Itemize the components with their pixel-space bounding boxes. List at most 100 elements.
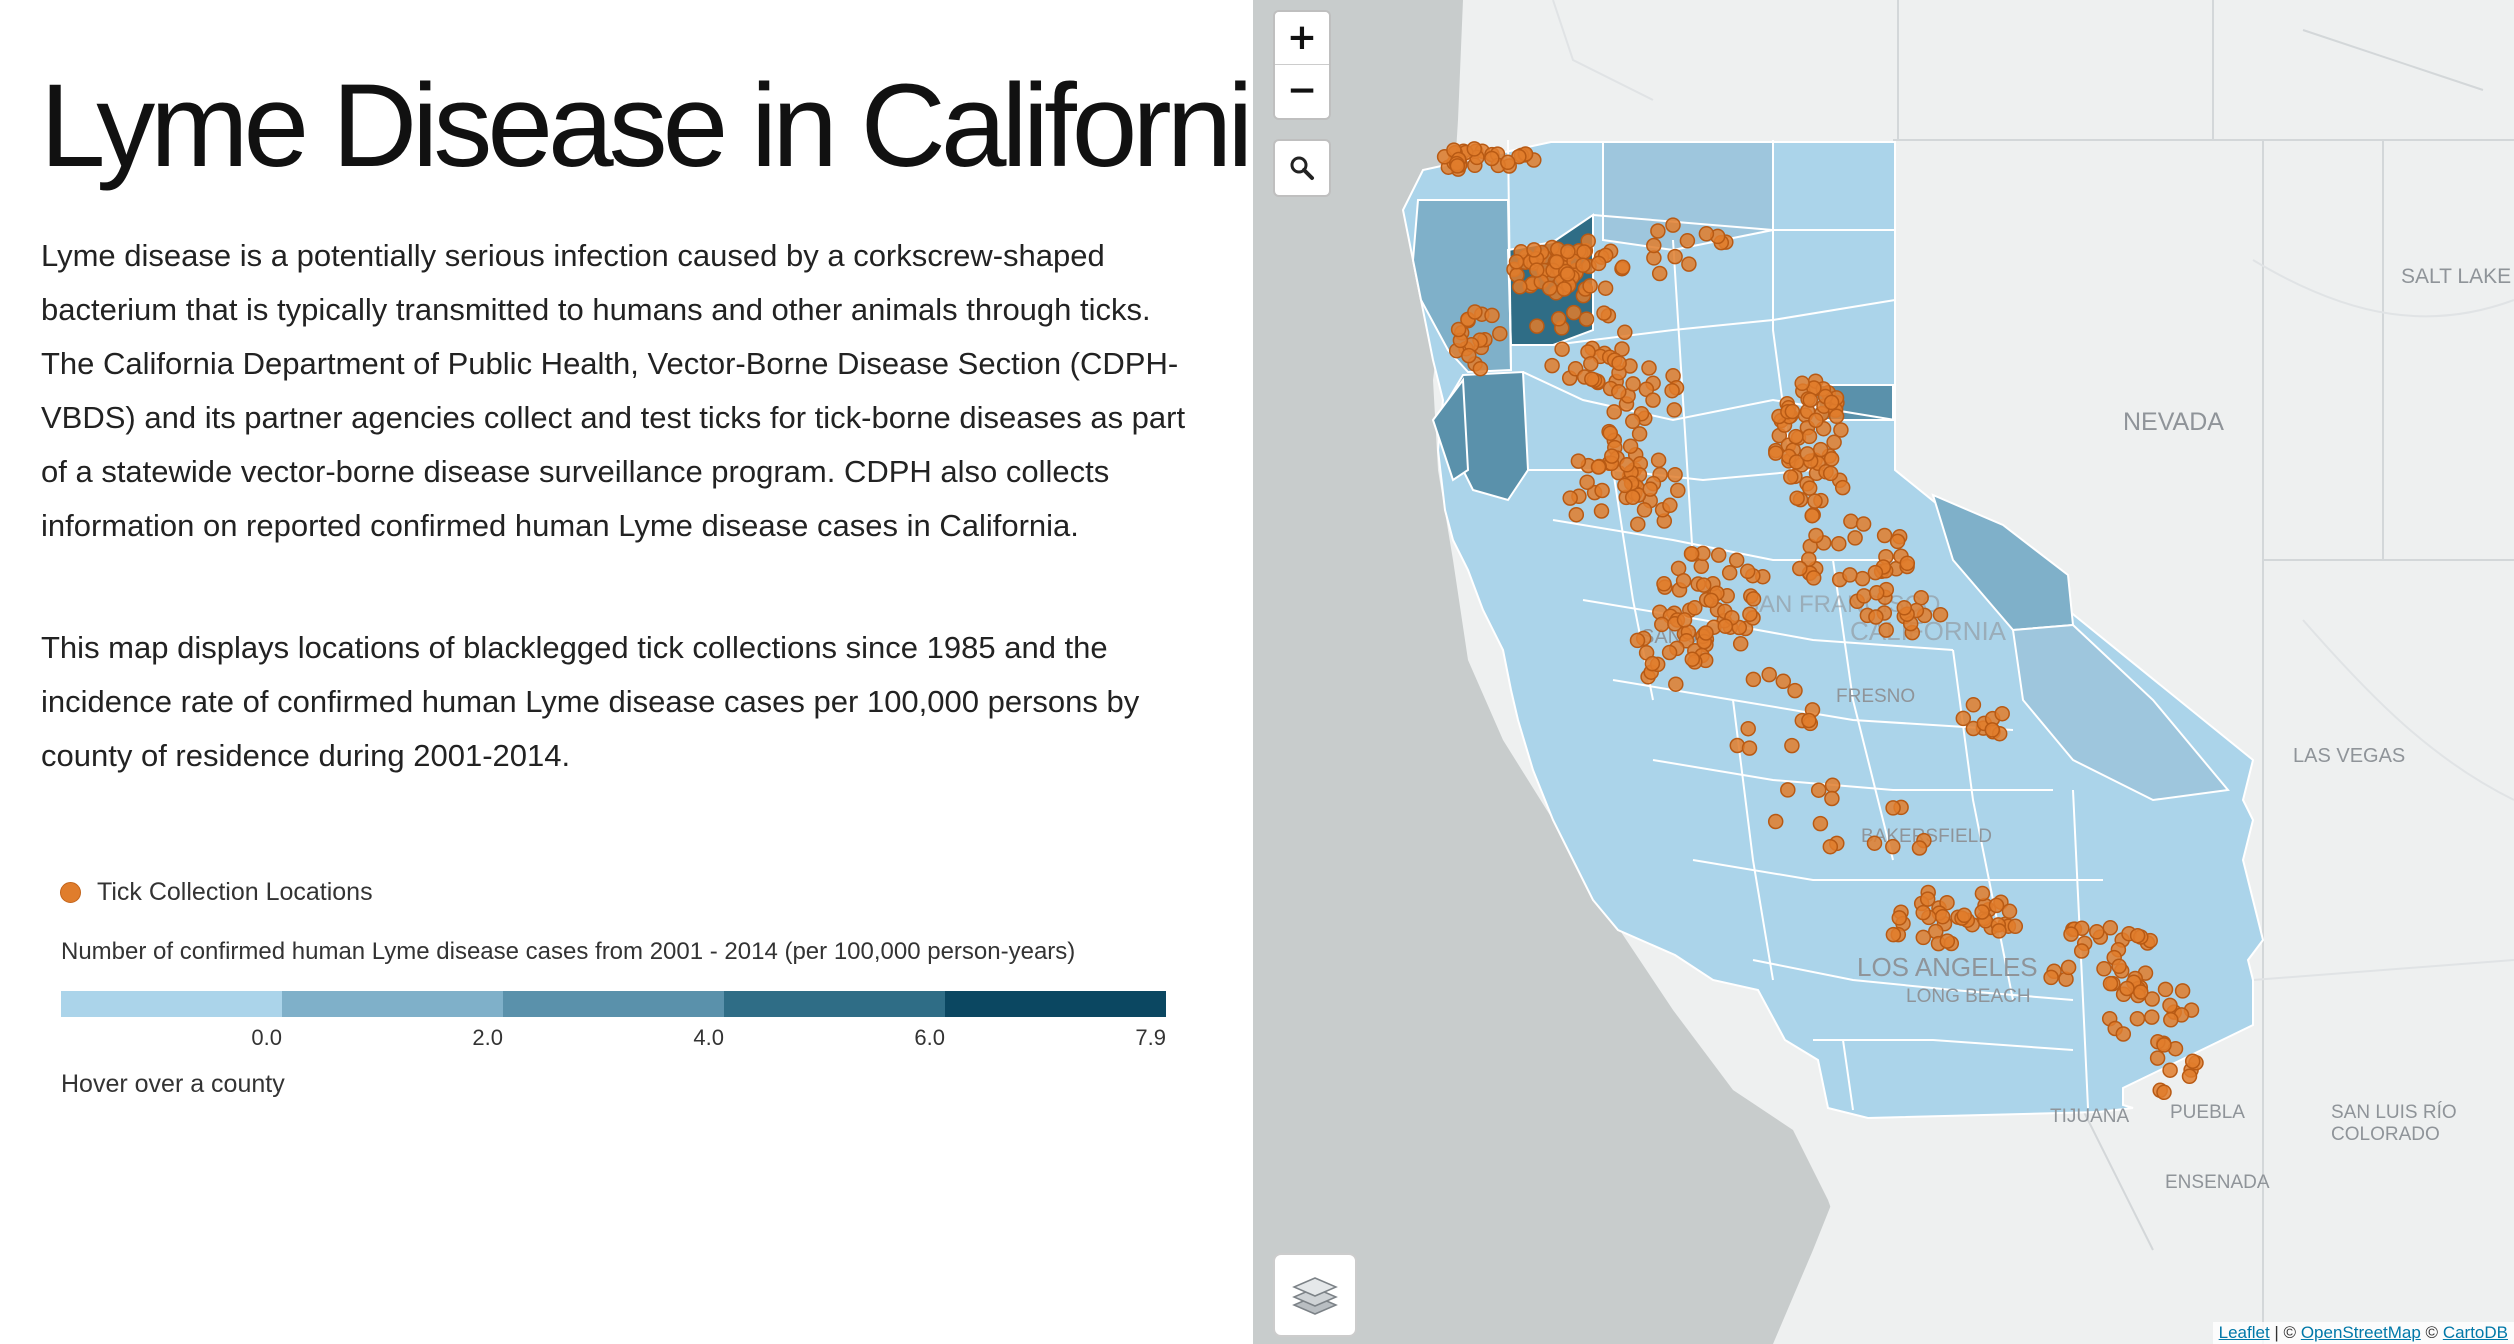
- tick-location-marker[interactable]: [1955, 710, 1972, 727]
- tick-location-marker[interactable]: [1745, 591, 1762, 607]
- tick-location-marker[interactable]: [1619, 457, 1635, 473]
- tick-location-marker[interactable]: [1617, 477, 1633, 494]
- tick-location-marker[interactable]: [1642, 481, 1658, 497]
- tick-location-marker[interactable]: [2043, 969, 2059, 986]
- tick-location-marker[interactable]: [2149, 1050, 2166, 1066]
- tick-location-marker[interactable]: [1801, 712, 1817, 729]
- tick-location-marker[interactable]: [1842, 567, 1858, 583]
- tick-location-marker[interactable]: [2119, 980, 2135, 997]
- tick-location-marker[interactable]: [1466, 141, 1483, 157]
- layers-button[interactable]: [1273, 1253, 1357, 1337]
- tick-location-marker[interactable]: [1675, 573, 1692, 589]
- tick-location-marker[interactable]: [1575, 257, 1591, 273]
- tick-location-marker[interactable]: [1834, 479, 1851, 496]
- tick-location-marker[interactable]: [1590, 459, 1607, 475]
- tick-location-marker[interactable]: [2073, 943, 2090, 959]
- tick-location-marker[interactable]: [1679, 233, 1696, 249]
- tick-location-marker[interactable]: [1566, 304, 1582, 321]
- tick-location-marker[interactable]: [1876, 527, 1893, 544]
- tick-location-marker[interactable]: [1560, 243, 1576, 260]
- tick-location-marker[interactable]: [1528, 262, 1545, 278]
- tick-location-marker[interactable]: [2129, 927, 2146, 944]
- tick-location-marker[interactable]: [1812, 815, 1829, 832]
- tick-location-marker[interactable]: [2089, 924, 2105, 940]
- tick-location-marker[interactable]: [1974, 885, 1991, 902]
- tick-location-marker[interactable]: [1807, 493, 1823, 509]
- tick-location-marker[interactable]: [1582, 278, 1598, 294]
- tick-location-marker[interactable]: [1739, 563, 1756, 580]
- tick-location-marker[interactable]: [1664, 382, 1680, 399]
- tick-location-marker[interactable]: [1789, 490, 1805, 506]
- tick-location-marker[interactable]: [1625, 413, 1641, 430]
- tick-location-marker[interactable]: [1826, 434, 1842, 451]
- tick-location-marker[interactable]: [1745, 671, 1762, 688]
- tick-location-marker[interactable]: [1484, 150, 1500, 167]
- tick-location-marker[interactable]: [1590, 255, 1607, 272]
- tick-location-marker[interactable]: [1472, 360, 1489, 377]
- tick-location-marker[interactable]: [2007, 918, 2024, 935]
- tick-location-marker[interactable]: [1788, 428, 1804, 445]
- tick-location-marker[interactable]: [2096, 961, 2112, 977]
- tick-location-marker[interactable]: [1991, 923, 2007, 939]
- tick-location-marker[interactable]: [1683, 545, 1700, 562]
- tick-location-marker[interactable]: [2157, 981, 2174, 998]
- tick-location-marker[interactable]: [1644, 655, 1661, 672]
- tick-location-marker[interactable]: [1698, 625, 1714, 641]
- tick-location-marker[interactable]: [1665, 217, 1681, 233]
- tick-location-marker[interactable]: [1965, 697, 1982, 713]
- tick-location-marker[interactable]: [2102, 975, 2119, 992]
- tick-location-marker[interactable]: [1885, 838, 1901, 855]
- tick-location-marker[interactable]: [1703, 592, 1719, 609]
- tick-location-marker[interactable]: [1911, 840, 1928, 856]
- tick-location-marker[interactable]: [1684, 651, 1701, 667]
- tick-location-marker[interactable]: [2184, 1053, 2201, 1069]
- tick-location-marker[interactable]: [1899, 555, 1916, 572]
- tick-location-marker[interactable]: [1681, 256, 1697, 272]
- tick-location-marker[interactable]: [1641, 360, 1657, 376]
- tick-location-marker[interactable]: [1801, 480, 1818, 496]
- tick-location-marker[interactable]: [1843, 513, 1859, 530]
- tick-location-marker[interactable]: [1622, 438, 1639, 454]
- tick-location-marker[interactable]: [1847, 530, 1863, 546]
- tick-location-marker[interactable]: [1889, 533, 1906, 550]
- tick-location-marker[interactable]: [1606, 404, 1622, 420]
- zoom-in-button[interactable]: +: [1275, 12, 1329, 65]
- tick-location-marker[interactable]: [1631, 426, 1648, 442]
- tick-location-marker[interactable]: [1787, 682, 1803, 699]
- tick-location-marker[interactable]: [1656, 576, 1672, 592]
- tick-location-marker[interactable]: [1740, 720, 1756, 737]
- tick-location-marker[interactable]: [1579, 474, 1595, 490]
- tick-location-marker[interactable]: [1783, 469, 1799, 485]
- tick-location-marker[interactable]: [1544, 357, 1560, 374]
- tick-location-marker[interactable]: [1529, 318, 1545, 334]
- tick-location-marker[interactable]: [1810, 782, 1827, 798]
- tick-location-marker[interactable]: [1913, 589, 1929, 606]
- tick-location-marker[interactable]: [1939, 933, 1956, 949]
- tick-location-marker[interactable]: [1802, 392, 1819, 408]
- zoom-out-button[interactable]: −: [1275, 65, 1329, 117]
- tick-location-marker[interactable]: [1594, 482, 1610, 499]
- tick-location-marker[interactable]: [1867, 564, 1884, 581]
- tick-location-marker[interactable]: [1891, 910, 1908, 926]
- tick-location-marker[interactable]: [1721, 565, 1738, 581]
- tick-location-marker[interactable]: [1868, 585, 1885, 601]
- tick-location-marker[interactable]: [1508, 254, 1525, 270]
- tick-location-marker[interactable]: [1597, 280, 1614, 296]
- tick-location-marker[interactable]: [1823, 394, 1840, 411]
- tick-location-marker[interactable]: [1794, 375, 1810, 392]
- tick-location-marker[interactable]: [1792, 560, 1808, 577]
- tick-location-marker[interactable]: [1831, 535, 1847, 552]
- tick-location-marker[interactable]: [2144, 1009, 2160, 1025]
- tick-location-marker[interactable]: [1576, 244, 1592, 260]
- tick-location-marker[interactable]: [1988, 897, 2005, 914]
- tick-location-marker[interactable]: [1695, 577, 1712, 593]
- tick-location-marker[interactable]: [2133, 984, 2149, 1000]
- tick-location-marker[interactable]: [1604, 448, 1620, 464]
- tick-location-marker[interactable]: [1602, 425, 1619, 441]
- tick-location-marker[interactable]: [1512, 279, 1528, 295]
- tick-location-marker[interactable]: [1667, 248, 1683, 265]
- tick-location-marker[interactable]: [1775, 673, 1792, 690]
- tick-location-marker[interactable]: [1650, 452, 1667, 468]
- tick-location-marker[interactable]: [1611, 355, 1627, 371]
- tick-location-marker[interactable]: [1896, 600, 1913, 616]
